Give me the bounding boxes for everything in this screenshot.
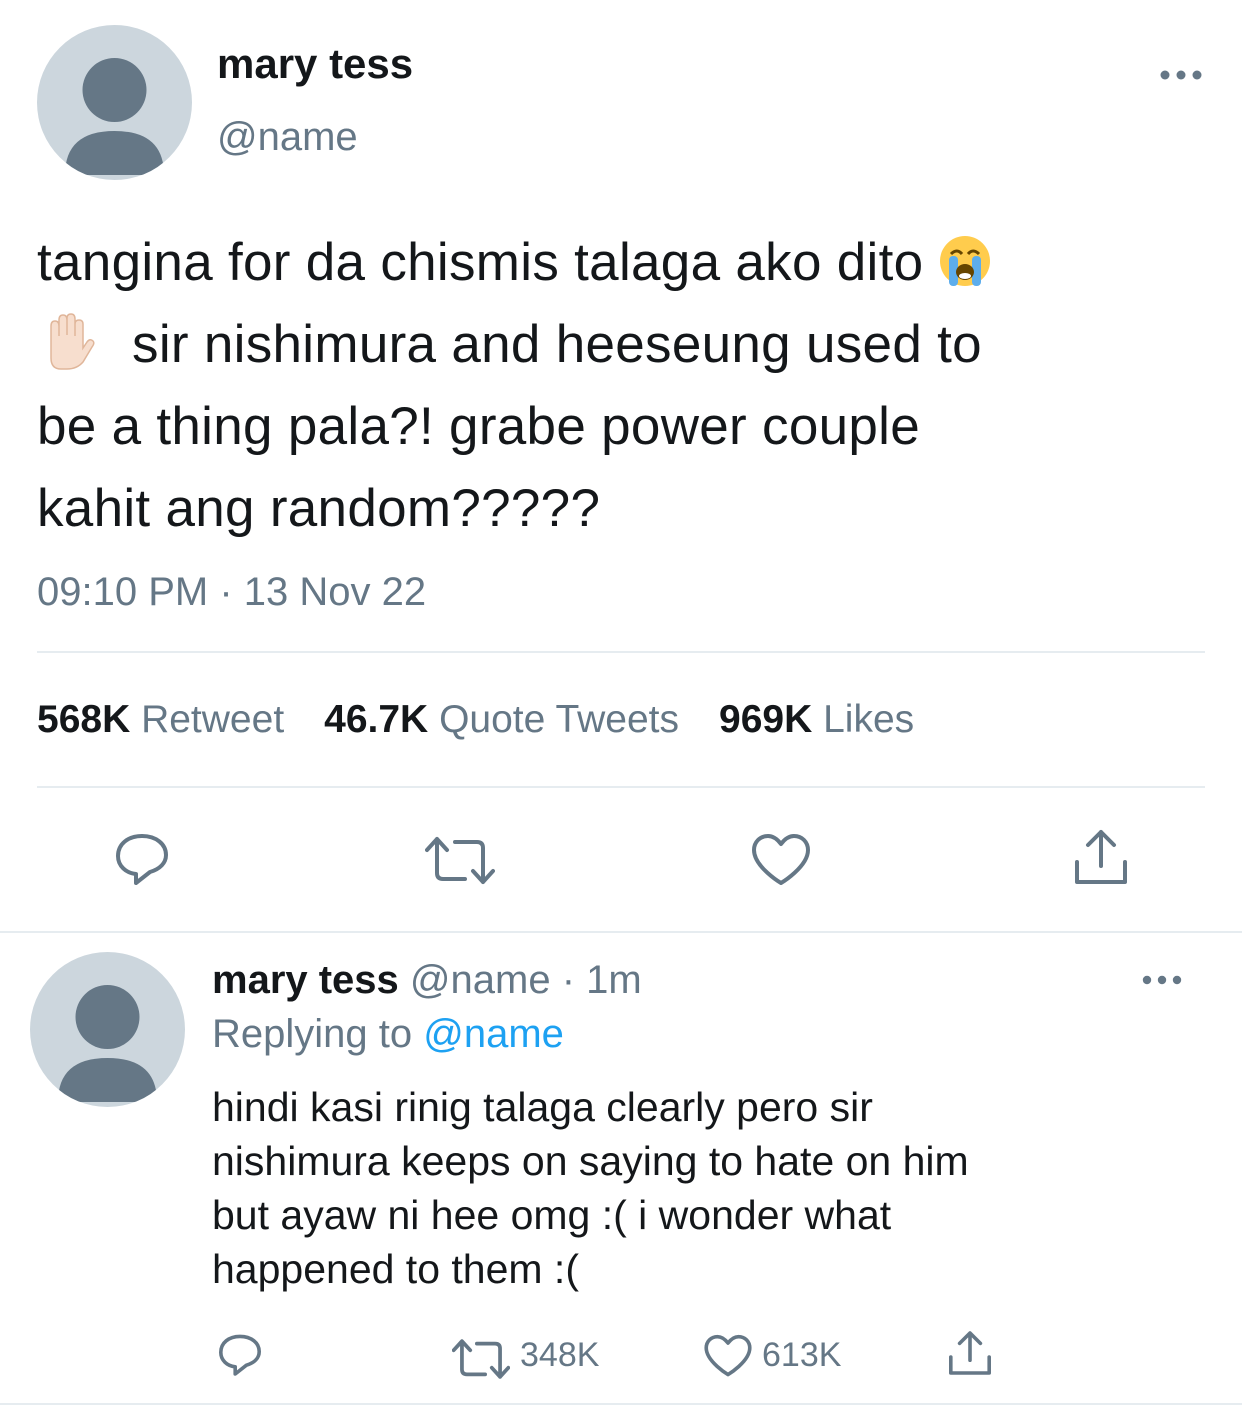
retweet-label: Retweet — [141, 698, 285, 741]
like-icon — [752, 834, 810, 885]
share-button[interactable] — [1071, 826, 1131, 893]
tweet-text-segment: sir nishimura and heeseung used to — [132, 315, 982, 374]
reply-display-name[interactable]: mary tess — [212, 958, 399, 1002]
more-options-icon[interactable] — [1158, 55, 1204, 95]
display-name[interactable]: mary tess — [217, 40, 413, 88]
mention-link[interactable]: @name — [423, 1012, 564, 1056]
likes-count: 969K — [719, 698, 813, 741]
reply-handle[interactable]: @name — [410, 958, 551, 1002]
retweet-button[interactable] — [425, 833, 495, 893]
tweet-text: tangina for da chismis talaga ako dito s… — [37, 222, 1197, 550]
retweet-icon — [425, 837, 495, 884]
divider — [37, 786, 1205, 788]
avatar[interactable] — [37, 25, 192, 180]
retweet-count: 568K — [37, 698, 131, 741]
reply-text-line: hindi kasi rinig talaga clearly pero sir — [212, 1084, 873, 1130]
reply-share-button[interactable] — [946, 1328, 994, 1383]
tweet-stats: 568K Retweet 46.7K Quote Tweets 969K Likes — [37, 698, 914, 742]
reply-text-line: nishimura keeps on saying to hate on him — [212, 1138, 969, 1184]
reply-text-line: but ayaw ni hee omg :( i wonder what — [212, 1192, 892, 1238]
quote-count: 46.7K — [324, 698, 429, 741]
tweet-text-line: kahit ang random????? — [37, 479, 601, 538]
separator: · — [550, 958, 587, 1002]
reply-icon — [219, 1334, 261, 1376]
likes-label: Likes — [823, 698, 915, 741]
reply-header: mary tess @name · 1m — [212, 958, 642, 1003]
tweet-timestamp[interactable]: 09:10 PM · 13 Nov 22 — [37, 570, 426, 615]
divider — [37, 651, 1205, 653]
raised-hand-icon — [50, 313, 95, 370]
tweet-text-line: sir nishimura and heeseung used to — [37, 304, 1197, 386]
like-button[interactable] — [750, 833, 812, 892]
reply-text: hindi kasi rinig talaga clearly pero sir… — [212, 1080, 1212, 1296]
reply-reply-button[interactable] — [216, 1330, 264, 1383]
reply-retweet-count: 348K — [520, 1336, 600, 1374]
loudly-crying-face-icon — [940, 236, 991, 286]
quote-label: Quote Tweets — [439, 698, 680, 741]
reply-like-button[interactable] — [703, 1334, 753, 1383]
reply-button[interactable] — [112, 828, 172, 893]
likes-stat[interactable]: 969K Likes — [719, 698, 914, 741]
share-icon — [949, 1331, 991, 1375]
reply-text-line: happened to them :( — [212, 1246, 579, 1292]
divider — [0, 1403, 1242, 1405]
default-avatar-icon — [58, 985, 157, 1102]
more-options-icon[interactable] — [1140, 962, 1184, 998]
reply-like-count: 613K — [762, 1336, 842, 1374]
replying-to: Replying to @name — [212, 1012, 564, 1057]
user-handle[interactable]: @name — [217, 115, 358, 160]
retweet-icon — [451, 1339, 511, 1379]
divider — [0, 931, 1242, 933]
quote-tweets-stat[interactable]: 46.7K Quote Tweets — [324, 698, 679, 741]
reply-avatar[interactable] — [30, 952, 185, 1107]
replying-to-label: Replying to — [212, 1012, 413, 1056]
tweet-text-segment: tangina for da chismis talaga ako dito — [37, 233, 924, 292]
tweet-text-line: tangina for da chismis talaga ako dito — [37, 222, 1197, 304]
tweet-detail-page: mary tess @name tangina for da chismis t… — [0, 0, 1242, 1407]
share-icon — [1075, 830, 1127, 884]
reply-time[interactable]: 1m — [586, 958, 642, 1002]
tweet-text-line: be a thing pala?! grabe power couple — [37, 397, 920, 456]
reply-retweet-button[interactable] — [451, 1336, 511, 1387]
reply-icon — [116, 834, 168, 885]
retweet-stat[interactable]: 568K Retweet — [37, 698, 284, 741]
like-icon — [704, 1334, 752, 1377]
default-avatar-icon — [65, 58, 164, 175]
